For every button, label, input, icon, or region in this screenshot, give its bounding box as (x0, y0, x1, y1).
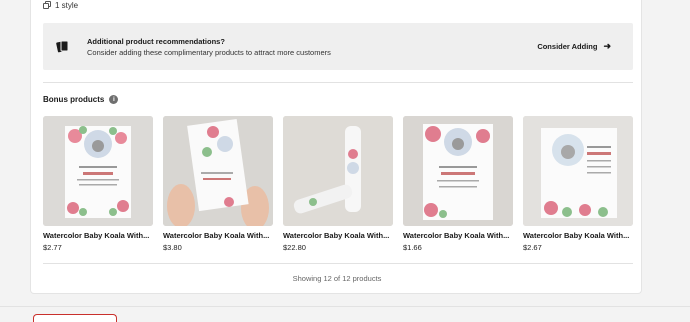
product-card[interactable]: Watercolor Baby Koala With... $22.80 (283, 116, 393, 252)
product-name[interactable]: Watercolor Baby Koala With... (283, 231, 393, 240)
cards-icon (56, 40, 69, 53)
product-price: $2.77 (43, 243, 62, 252)
product-price: $3.80 (163, 243, 182, 252)
bottom-action-button[interactable] (33, 314, 117, 322)
product-thumbnail[interactable] (403, 116, 513, 226)
product-card[interactable]: Watercolor Baby Koala With... $3.80 (163, 116, 273, 252)
arrow-right-icon: ➜ (603, 41, 611, 51)
info-icon[interactable]: i (109, 95, 119, 104)
showing-count: Showing 12 of 12 products (292, 274, 382, 283)
recommendation-banner: Additional product recommendations? Cons… (43, 23, 633, 70)
bonus-products-heading: Bonus products i (43, 95, 119, 104)
product-thumbnail[interactable] (43, 116, 153, 226)
product-panel: 1 style Additional product recommendatio… (30, 0, 642, 294)
product-name[interactable]: Watercolor Baby Koala With... (403, 231, 513, 240)
product-list: Watercolor Baby Koala With... $2.77 Wate… (43, 116, 643, 252)
product-thumbnail[interactable] (523, 116, 633, 226)
divider (43, 263, 633, 264)
consider-adding-button[interactable]: Consider Adding ➜ (537, 41, 611, 52)
banner-title: Additional product recommendations? (87, 37, 225, 46)
footer-divider (0, 306, 690, 307)
style-count: 1 style (55, 1, 79, 10)
product-name[interactable]: Watercolor Baby Koala With... (523, 231, 633, 240)
product-card[interactable]: Watercolor Baby Koala With... $2.77 (43, 116, 153, 252)
consider-adding-label: Consider Adding (537, 42, 598, 51)
divider (43, 82, 633, 83)
product-price: $1.66 (403, 243, 422, 252)
styles-icon (43, 1, 52, 10)
banner-subtitle: Consider adding these complimentary prod… (87, 48, 331, 57)
product-price: $2.67 (523, 243, 542, 252)
product-card[interactable]: Watercolor Baby Koala With... $2.67 (523, 116, 633, 252)
product-card[interactable]: Watercolor Baby Koala With... $1.66 (403, 116, 513, 252)
product-thumbnail[interactable] (163, 116, 273, 226)
product-price: $22.80 (283, 243, 306, 252)
product-thumbnail[interactable] (283, 116, 393, 226)
product-name[interactable]: Watercolor Baby Koala With... (163, 231, 273, 240)
product-name[interactable]: Watercolor Baby Koala With... (43, 231, 153, 240)
style-count-row: 1 style (43, 1, 78, 10)
